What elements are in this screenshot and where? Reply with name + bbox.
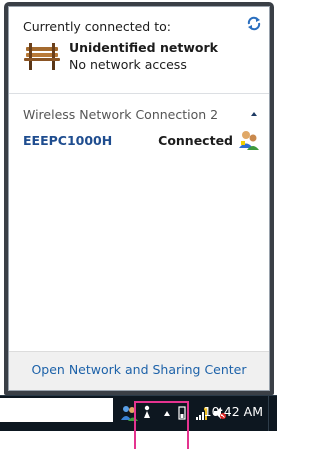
wireless-network-name: EEEPC1000H [23,133,113,148]
users-tray-icon[interactable] [120,404,140,422]
wireless-connection-item[interactable]: EEEPC1000H Connected [13,125,265,155]
current-connection-section: Currently connected to: Unidentified net… [9,7,269,91]
connected-to-label: Currently connected to: [23,19,171,34]
chevron-up-icon[interactable] [249,109,259,119]
wireless-section-header[interactable]: Wireless Network Connection 2 [23,107,218,122]
page: Currently connected to: Unidentified net… [0,0,277,449]
flyout-panel: Currently connected to: Unidentified net… [8,6,270,391]
flyout-footer: Open Network and Sharing Center [9,351,269,390]
network-status: No network access [69,57,187,72]
wireless-connection-status: Connected [158,133,233,148]
bench-network-icon [24,43,60,70]
refresh-icon[interactable] [246,15,262,31]
taskbar-clock[interactable]: 10:42 AM [204,404,263,419]
network-users-icon [239,131,259,150]
show-desktop-divider [268,396,269,431]
taskbar: 10:42 AM [0,395,277,431]
taskbar-input-area [0,398,113,422]
show-hidden-icons-arrow[interactable] [163,404,171,422]
battery-icon[interactable] [178,404,186,422]
network-flyout: Currently connected to: Unidentified net… [4,2,274,395]
network-name: Unidentified network [69,40,218,55]
person-tray-icon[interactable] [143,404,151,422]
open-network-sharing-center-link[interactable]: Open Network and Sharing Center [9,362,269,377]
section-divider [9,93,269,94]
